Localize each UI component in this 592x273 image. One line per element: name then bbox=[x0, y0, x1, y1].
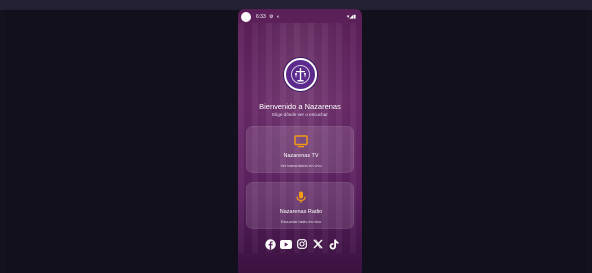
nazarenas-tv-card[interactable]: Nazarenas TV Ver transmisión en vivo bbox=[246, 126, 354, 173]
card-title: Nazarenas TV bbox=[283, 153, 319, 159]
right-empty-area bbox=[362, 10, 586, 273]
status-system-icons: ▾◢▮ bbox=[346, 14, 356, 20]
card-subtitle: Escuchar radio en vivo bbox=[280, 219, 322, 224]
social-links bbox=[264, 238, 340, 250]
card-title: Nazarenas Radio bbox=[279, 209, 323, 215]
x-icon[interactable] bbox=[312, 238, 324, 250]
phone-screen: 6:33 ⚙ ◐ ▾◢▮ Bienvenido a Nazarenas Elig… bbox=[238, 9, 362, 273]
left-empty-area bbox=[6, 10, 238, 273]
instagram-icon[interactable] bbox=[296, 238, 308, 250]
nazarenas-radio-card[interactable]: Nazarenas Radio Escuchar radio en vivo bbox=[246, 182, 354, 229]
tiktok-icon[interactable] bbox=[328, 238, 340, 250]
welcome-title: Bienvenido a Nazarenas bbox=[259, 102, 341, 111]
youtube-icon[interactable] bbox=[280, 238, 292, 250]
nazarenas-logo bbox=[284, 58, 317, 91]
facebook-icon[interactable] bbox=[264, 238, 276, 250]
tv-icon bbox=[294, 135, 308, 148]
card-subtitle: Ver transmisión en vivo bbox=[280, 163, 322, 168]
logo-emblem-icon bbox=[295, 68, 306, 82]
status-bar: 6:33 ⚙ ◐ ▾◢▮ bbox=[238, 9, 362, 25]
camera-cutout bbox=[241, 12, 251, 22]
microphone-icon bbox=[296, 191, 306, 203]
status-notification-icons: ⚙ ◐ bbox=[269, 14, 281, 20]
status-time: 6:33 bbox=[256, 14, 266, 20]
welcome-subtitle: Elige dónde ver o escuchar bbox=[272, 112, 328, 117]
